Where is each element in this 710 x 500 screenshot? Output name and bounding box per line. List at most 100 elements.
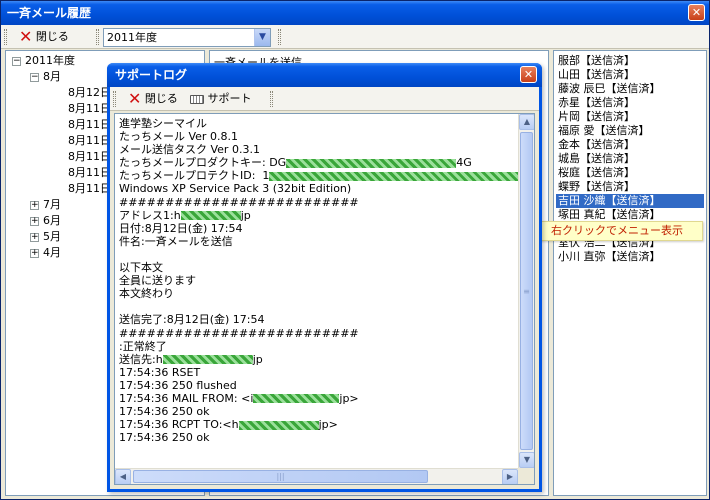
tree-node-label: 6月 [43, 214, 61, 227]
log-line: ########################## [119, 196, 519, 209]
vertical-scroll-thumb[interactable]: ≡ [520, 132, 533, 450]
log-line: 17:54:36 RSET [119, 366, 519, 379]
close-button[interactable]: ✕ 閉じる [15, 27, 73, 47]
collapse-icon[interactable]: − [12, 56, 21, 66]
log-line-text: たっちメール Ver 0.8.1 [119, 130, 238, 144]
log-lines: 進学塾シーマイル たっちメール Ver 0.8.1 メール送信タスク Ver 0.3… [119, 117, 534, 445]
collapse-icon[interactable]: − [30, 72, 39, 82]
log-line-text: :正常終了 [119, 339, 167, 353]
redacted-mask [180, 211, 241, 221]
recipient-item[interactable]: 金本【送信済】 [556, 138, 704, 152]
expand-icon[interactable]: + [30, 248, 39, 258]
support-log-text[interactable]: 進学塾シーマイル たっちメール Ver 0.8.1 メール送信タスク Ver 0.3… [114, 113, 535, 485]
log-line: 以下本文 [119, 261, 519, 274]
redacted-mask [253, 394, 340, 404]
main-titlebar: 一斉メール履歴 ✕ [1, 1, 709, 25]
context-menu-tooltip: 右クリックでメニュー表示 [531, 221, 703, 241]
scroll-up-icon[interactable]: ▲ [519, 114, 534, 130]
recipient-item[interactable]: 桜庭【送信済】 [556, 166, 704, 180]
window-close-icon[interactable]: ✕ [688, 4, 705, 21]
tree-node-month[interactable]: +4月 [30, 245, 61, 261]
log-line-text: 17:54:36 RCPT TO:<h [119, 418, 239, 432]
toolbar-grip-3[interactable] [278, 29, 281, 45]
tree-node-day[interactable]: 8月11日 [68, 149, 111, 165]
tree-node-label: 8月11日 [68, 166, 111, 179]
log-line-text: 17:54:36 250 ok [119, 431, 210, 445]
log-line: 17:54:36 250 ok [119, 405, 519, 418]
dialog-toolbar-grip-2[interactable] [270, 91, 273, 107]
log-line-text: メール送信タスク Ver 0.3.1 [119, 143, 260, 157]
tree-node-month[interactable]: +6月 [30, 213, 61, 229]
log-line: 17:54:36 RCPT TO:<h jp> [119, 418, 519, 431]
log-line-text: 日付:8月12日(金) 17:54 [119, 221, 243, 235]
expand-icon[interactable]: + [30, 200, 39, 210]
dialog-close-icon[interactable]: ✕ [520, 66, 537, 83]
tree-node-day[interactable]: 8月11日 [68, 101, 111, 117]
recipient-item[interactable]: 赤星【送信済】 [556, 96, 704, 110]
tree-node-month[interactable]: +5月 [30, 229, 61, 245]
log-line-text: 送信完了:8月12日(金) 17:54 [119, 313, 265, 327]
window-title: 一斉メール履歴 [7, 6, 92, 20]
log-line: 本文終わり [119, 287, 519, 300]
support-log-dialog: サポートログ ✕ ✕ 閉じる サポート 進学塾シーマイル たっちメール Ver 0… [107, 63, 542, 492]
log-line-tail: jp> [318, 418, 338, 432]
recipient-item[interactable]: 片岡【送信済】 [556, 110, 704, 124]
tree-node-month[interactable]: −8月 [30, 69, 61, 85]
log-vertical-scrollbar[interactable]: ▲ ≡ ▼ [518, 114, 534, 468]
recipient-item[interactable]: 小川 直弥【送信済】 [556, 250, 704, 264]
log-line: :正常終了 [119, 340, 519, 353]
tree-node-day[interactable]: 8月11日 [68, 181, 111, 197]
tree-node-label: 8月 [43, 70, 61, 83]
year-select[interactable]: 2011年度 ▼ [103, 28, 271, 47]
dialog-toolbar-grip[interactable] [113, 91, 116, 107]
tree-node-label: 8月11日 [68, 150, 111, 163]
expand-icon[interactable]: + [30, 216, 39, 226]
redacted-mask [162, 355, 253, 365]
expand-icon[interactable]: + [30, 232, 39, 242]
chevron-down-icon[interactable]: ▼ [254, 29, 270, 46]
log-line-text: 17:54:36 250 ok [119, 405, 210, 419]
scroll-down-icon[interactable]: ▼ [519, 452, 534, 468]
tree-node-year[interactable]: −2011年度 [12, 53, 75, 69]
toolbar-grip[interactable] [4, 29, 7, 45]
recipient-item[interactable]: 服部【送信済】 [556, 54, 704, 68]
tree-node-day[interactable]: 8月12日 [68, 85, 111, 101]
log-line: 進学塾シーマイル [119, 117, 519, 130]
tree-node-month[interactable]: +7月 [30, 197, 61, 213]
dialog-close-button[interactable]: ✕ 閉じる [124, 89, 182, 109]
tree-node-label: 8月11日 [68, 118, 111, 131]
tree-node-label: 2011年度 [25, 54, 75, 67]
recipient-item[interactable]: 吉田 沙織【送信済】 [556, 194, 704, 208]
log-line: 件名:一斉メールを送信 [119, 235, 519, 248]
log-line-text: たっちメールプロテクトID: 1 [119, 169, 270, 183]
tree-node-day[interactable]: 8月11日 [68, 133, 111, 149]
tree-node-day[interactable]: 8月11日 [68, 117, 111, 133]
recipient-item[interactable]: 城島【送信済】 [556, 152, 704, 166]
recipient-item[interactable]: 福原 愛【送信済】 [556, 124, 704, 138]
year-select-value: 2011年度 [107, 31, 157, 44]
log-line-tail: jp> [339, 391, 359, 405]
scroll-right-icon[interactable]: ▶ [502, 469, 518, 484]
dialog-toolbar: ✕ 閉じる サポート [110, 87, 539, 111]
keyboard-icon [190, 94, 204, 104]
tree-node-label: 7月 [43, 198, 61, 211]
log-horizontal-scrollbar[interactable]: ◀ ||| ▶ [115, 468, 518, 484]
log-line-text: 17:54:36 MAIL FROM: <i [119, 391, 254, 405]
recipient-item[interactable]: 塚田 真紀【送信済】 [556, 208, 704, 222]
scroll-corner [518, 468, 534, 484]
log-line-text: 進学塾シーマイル [119, 117, 207, 130]
horizontal-scroll-thumb[interactable]: ||| [133, 470, 428, 483]
recipient-item[interactable]: 山田【送信済】 [556, 68, 704, 82]
log-line: 全員に送ります [119, 274, 519, 287]
scroll-left-icon[interactable]: ◀ [115, 469, 131, 484]
support-button[interactable]: サポート [186, 89, 256, 109]
recipient-item[interactable]: 藤波 辰巳【送信済】 [556, 82, 704, 96]
log-line: アドレス1:h jp [119, 209, 519, 222]
recipient-item[interactable]: 蝶野【送信済】 [556, 180, 704, 194]
tree-node-label: 8月11日 [68, 102, 111, 115]
toolbar-grip-2[interactable] [96, 29, 99, 45]
log-line-tail: 4G [456, 156, 472, 170]
red-x-icon: ✕ [128, 89, 142, 108]
tree-node-day[interactable]: 8月11日 [68, 165, 111, 181]
